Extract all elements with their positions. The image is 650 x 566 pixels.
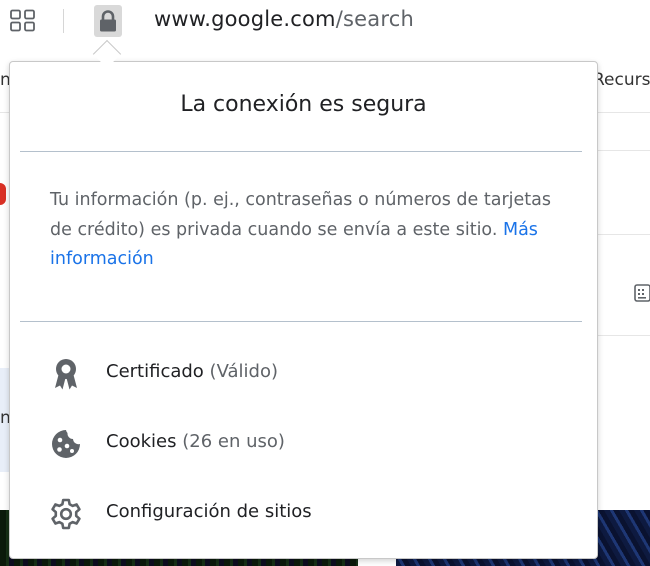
site-info-button[interactable] bbox=[94, 5, 122, 37]
popup-divider bbox=[20, 321, 582, 322]
cookies-label: Cookies (26 en uso) bbox=[106, 431, 285, 452]
certificate-icon bbox=[55, 359, 77, 390]
toolbar-divider bbox=[63, 9, 64, 33]
certificate-row[interactable]: Certificado (Válido) bbox=[10, 347, 597, 397]
cookie-icon bbox=[52, 430, 80, 458]
url-path: /search bbox=[335, 7, 414, 31]
background-logo-fragment bbox=[0, 183, 6, 205]
gear-icon bbox=[51, 498, 81, 530]
popup-title: La conexión es segura bbox=[180, 92, 427, 117]
background-divider bbox=[598, 335, 650, 336]
certificate-label-text: Certificado bbox=[106, 361, 204, 382]
site-security-popup: La conexión es segura Tu información (p.… bbox=[9, 61, 598, 559]
site-settings-label: Configuración de sitios bbox=[106, 501, 312, 522]
background-tab-recursos[interactable]: Recurs bbox=[593, 70, 650, 90]
browser-toolbar: www.google.com/search bbox=[0, 0, 650, 44]
url-host: www.google.com bbox=[154, 7, 336, 31]
certificate-status: (Válido) bbox=[209, 361, 278, 382]
popup-divider bbox=[20, 151, 582, 152]
popup-description-text: Tu información (p. ej., contraseñas o nú… bbox=[50, 190, 551, 240]
popup-description: Tu información (p. ej., contraseñas o nú… bbox=[50, 186, 555, 275]
cookies-count: (26 en uso) bbox=[182, 431, 285, 452]
site-settings-row[interactable]: Configuración de sitios bbox=[10, 487, 597, 537]
lock-icon bbox=[100, 10, 116, 32]
cookies-row[interactable]: Cookies (26 en uso) bbox=[10, 417, 597, 467]
certificate-label: Certificado (Válido) bbox=[106, 361, 278, 382]
background-divider bbox=[598, 150, 650, 151]
cookies-label-text: Cookies bbox=[106, 431, 177, 452]
background-divider bbox=[598, 234, 650, 235]
address-bar-url[interactable]: www.google.com/search bbox=[154, 7, 414, 31]
apps-grid-icon[interactable] bbox=[10, 9, 36, 33]
keyboard-icon[interactable] bbox=[634, 283, 650, 303]
